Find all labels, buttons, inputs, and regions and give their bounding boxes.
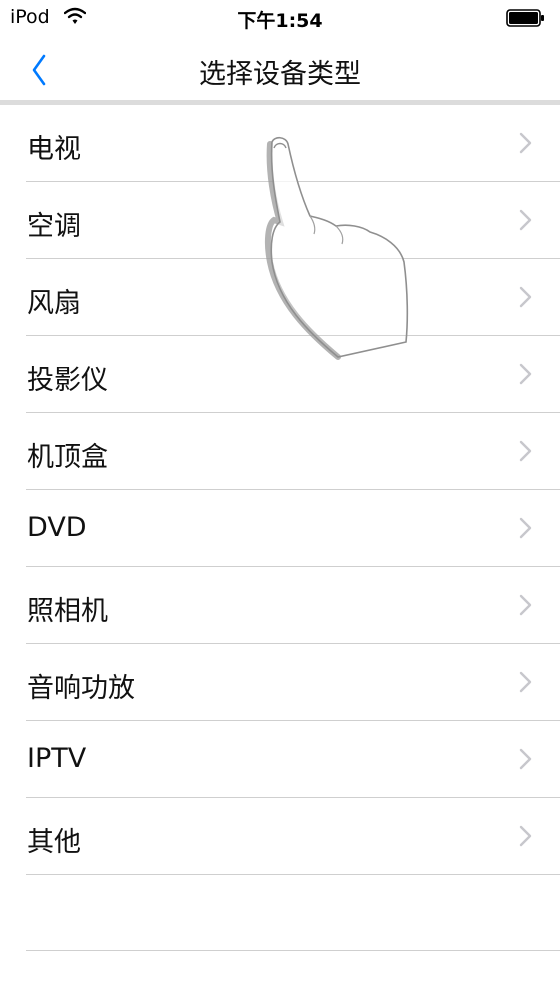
chevron-right-icon [519,825,532,847]
list-item-label: DVD [27,512,87,543]
chevron-right-icon [519,594,532,616]
list-item-label: 其他 [27,827,81,858]
page-title: 选择设备类型 [199,59,361,90]
device-type-list: 电视空调风扇投影仪机顶盒 DVD 照相机音响功放 IPTV 其他 [0,105,560,875]
battery-icon [506,9,544,27]
list-item[interactable]: IPTV [0,721,560,798]
list-item[interactable]: DVD [0,490,560,567]
chevron-right-icon [519,517,532,539]
list-divider [26,950,560,951]
chevron-right-icon [519,132,532,154]
status-time: 下午1:54 [237,10,323,32]
list-item-label: 音响功放 [27,673,135,704]
list-item-label: 投影仪 [27,365,108,396]
list-item-label: 风扇 [27,288,81,319]
chevron-right-icon [519,440,532,462]
list-item[interactable]: 机顶盒 [0,413,560,490]
list-item-label: 电视 [27,134,81,165]
chevron-right-icon [519,286,532,308]
list-item-label: IPTV [27,743,87,774]
list-item[interactable]: 音响功放 [0,644,560,721]
list-item[interactable]: 电视 [0,105,560,182]
list-item-label: 机顶盒 [27,442,108,473]
list-item[interactable]: 空调 [0,182,560,259]
list-item[interactable]: 照相机 [0,567,560,644]
chevron-right-icon [519,363,532,385]
list-item[interactable]: 投影仪 [0,336,560,413]
chevron-right-icon [519,209,532,231]
navigation-bar: 选择设备类型 [0,38,560,100]
chevron-right-icon [519,671,532,693]
list-item[interactable]: 风扇 [0,259,560,336]
status-bar: iPod 下午1:54 [0,0,560,38]
list-item-label: 照相机 [27,596,108,627]
chevron-right-icon [519,748,532,770]
list-item-label: 空调 [27,211,81,242]
list-item[interactable]: 其他 [0,798,560,875]
